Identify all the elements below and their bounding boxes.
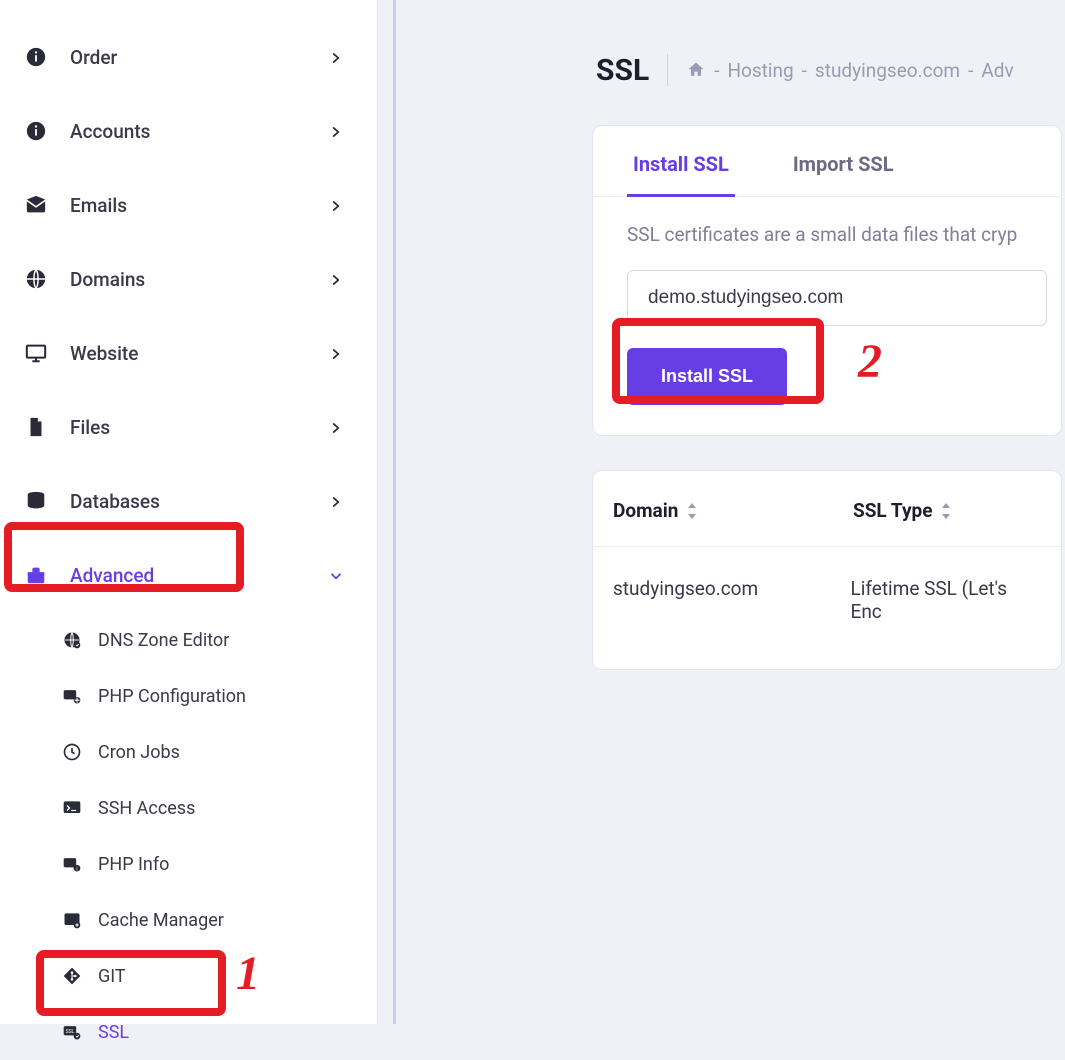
- sidebar-item-label: Order: [70, 46, 117, 69]
- tabs: Install SSL Import SSL: [593, 152, 1061, 197]
- breadcrumb-separator: -: [802, 59, 807, 82]
- toolbox-icon: [24, 563, 48, 587]
- info-icon: [24, 119, 48, 143]
- column-label: SSL Type: [853, 499, 932, 522]
- subitem-cache-manager[interactable]: Cache Manager: [0, 892, 377, 948]
- chevron-right-icon: [329, 420, 343, 434]
- git-icon: [62, 966, 82, 986]
- sort-icon: [940, 503, 952, 519]
- clock-icon: [62, 742, 82, 762]
- cell-ssl-type: Lifetime SSL (Let's Enc: [851, 577, 1041, 623]
- sidebar-item-databases[interactable]: Databases: [0, 464, 377, 538]
- subitem-label: DNS Zone Editor: [98, 630, 229, 651]
- mail-icon: [24, 193, 48, 217]
- subitem-label: SSL: [98, 1022, 129, 1043]
- sidebar-item-files[interactable]: Files: [0, 390, 377, 464]
- page-title: SSL: [596, 53, 649, 88]
- sidebar-item-label: Domains: [70, 268, 145, 291]
- breadcrumb: - Hosting - studyingseo.com - Adv: [686, 59, 1013, 82]
- chevron-right-icon: [329, 494, 343, 508]
- svg-text:SSL: SSL: [66, 1029, 75, 1035]
- subitem-dns-zone-editor[interactable]: DNS Zone Editor: [0, 612, 377, 668]
- table-header: Domain SSL Type: [593, 471, 1061, 547]
- subitem-label: SSH Access: [98, 798, 195, 819]
- install-ssl-button[interactable]: Install SSL: [627, 348, 787, 405]
- content-area: SSL - Hosting - studyingseo.com - Adv In…: [396, 0, 1065, 1024]
- sidebar-item-order[interactable]: Order: [0, 20, 377, 94]
- sidebar-item-label: Accounts: [70, 120, 150, 143]
- domain-input[interactable]: [627, 270, 1047, 326]
- sort-icon: [686, 503, 698, 519]
- sidebar-item-label: Emails: [70, 194, 127, 217]
- monitor-icon: [24, 341, 48, 365]
- subitem-label: PHP Configuration: [98, 686, 246, 707]
- cache-icon: [62, 910, 82, 930]
- subitem-label: Cache Manager: [98, 910, 224, 931]
- sidebar: Order Accounts Emails Domains: [0, 0, 378, 1024]
- subitem-cron-jobs[interactable]: Cron Jobs: [0, 724, 377, 780]
- chevron-right-icon: [329, 198, 343, 212]
- sidebar-item-domains[interactable]: Domains: [0, 242, 377, 316]
- sidebar-item-label: Files: [70, 416, 110, 439]
- cell-domain: studyingseo.com: [613, 577, 851, 623]
- info-icon: [24, 45, 48, 69]
- chevron-down-icon: [329, 568, 343, 582]
- chevron-right-icon: [329, 124, 343, 138]
- sidebar-item-label: Databases: [70, 490, 160, 513]
- column-label: Domain: [613, 499, 678, 522]
- subitem-php-info[interactable]: i PHP Info: [0, 836, 377, 892]
- subitem-label: PHP Info: [98, 854, 169, 875]
- ssl-table: Domain SSL Type studyingseo.com Lifetime…: [592, 470, 1062, 670]
- sidebar-item-label: Advanced: [70, 564, 154, 587]
- breadcrumb-item[interactable]: studyingseo.com: [815, 59, 960, 82]
- breadcrumb-divider: [667, 54, 668, 86]
- subitem-label: Cron Jobs: [98, 742, 180, 763]
- subitem-ssl[interactable]: SSL SSL: [0, 1004, 377, 1060]
- sidebar-item-emails[interactable]: Emails: [0, 168, 377, 242]
- globe-icon: [24, 267, 48, 291]
- sidebar-item-website[interactable]: Website: [0, 316, 377, 390]
- subitem-git[interactable]: GIT: [0, 948, 377, 1004]
- page-header: SSL - Hosting - studyingseo.com - Adv: [396, 45, 1065, 95]
- ssl-icon: SSL: [62, 1022, 82, 1042]
- subitem-ssh-access[interactable]: SSH Access: [0, 780, 377, 836]
- column-domain[interactable]: Domain: [613, 499, 853, 522]
- php-config-icon: [62, 686, 82, 706]
- terminal-icon: [62, 798, 82, 818]
- column-ssl-type[interactable]: SSL Type: [853, 499, 952, 522]
- breadcrumb-separator: -: [968, 59, 973, 82]
- svg-text:i: i: [76, 867, 77, 873]
- php-info-icon: i: [62, 854, 82, 874]
- tab-install-ssl[interactable]: Install SSL: [627, 152, 735, 197]
- file-icon: [24, 415, 48, 439]
- dns-icon: [62, 630, 82, 650]
- tab-import-ssl[interactable]: Import SSL: [787, 152, 900, 197]
- subitem-php-configuration[interactable]: PHP Configuration: [0, 668, 377, 724]
- database-icon: [24, 489, 48, 513]
- breadcrumb-separator: -: [714, 59, 719, 82]
- panel-description: SSL certificates are a small data files …: [593, 197, 1061, 246]
- sidebar-item-advanced[interactable]: Advanced: [0, 538, 377, 612]
- home-icon[interactable]: [686, 60, 706, 80]
- subitem-label: GIT: [98, 966, 126, 987]
- chevron-right-icon: [329, 346, 343, 360]
- install-ssl-panel: Install SSL Import SSL SSL certificates …: [592, 125, 1062, 436]
- sidebar-item-accounts[interactable]: Accounts: [0, 94, 377, 168]
- chevron-right-icon: [329, 272, 343, 286]
- sidebar-item-label: Website: [70, 342, 138, 365]
- chevron-right-icon: [329, 50, 343, 64]
- table-row: studyingseo.com Lifetime SSL (Let's Enc: [593, 547, 1061, 669]
- breadcrumb-item[interactable]: Hosting: [727, 59, 793, 82]
- breadcrumb-item[interactable]: Adv: [981, 59, 1013, 82]
